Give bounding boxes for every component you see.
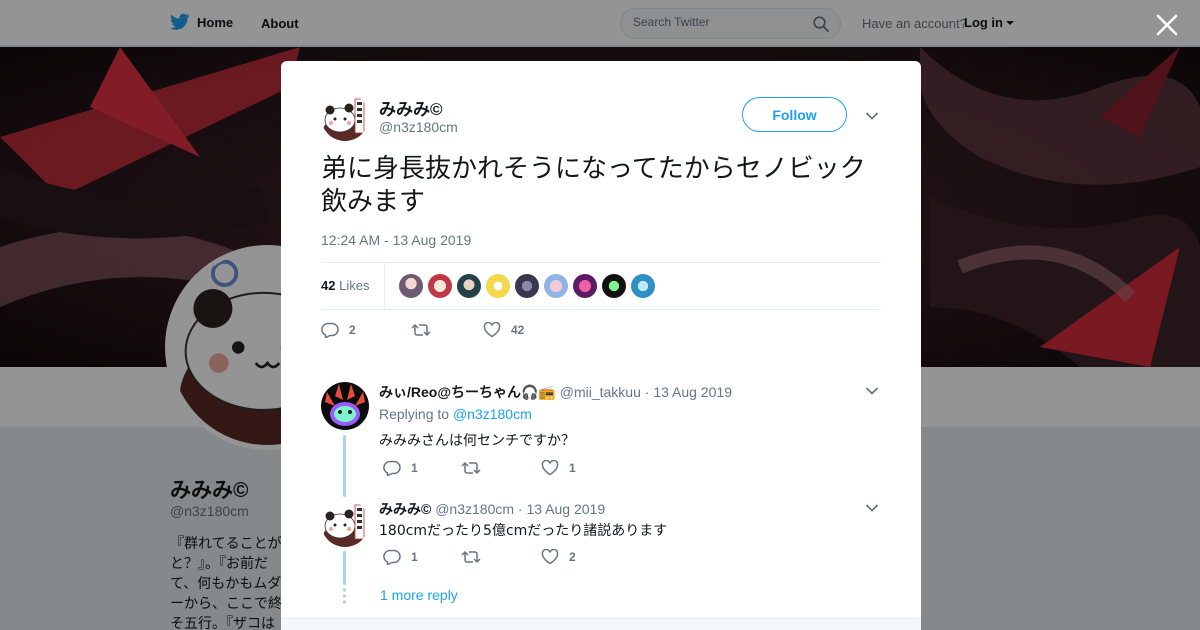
tweet-stats: 42 Likes: [321, 262, 881, 310]
likes-count: 42: [321, 278, 336, 293]
reply-header: みみみ© @n3z180cm · 13 Aug 2019: [379, 499, 605, 519]
reply-header: みぃ/Reo@ちーちゃん🎧📻 @mii_takkuu · 13 Aug 2019: [379, 382, 732, 402]
reply-author-handle[interactable]: @n3z180cm: [435, 501, 514, 517]
reply-icon: [383, 549, 401, 565]
reply-actions: 1 1: [383, 460, 576, 476]
liker-avatar[interactable]: [399, 274, 423, 298]
stats-divider: [384, 263, 385, 310]
tweet-author-handle[interactable]: @n3z180cm: [379, 119, 458, 135]
reply-action[interactable]: 1: [383, 549, 461, 565]
reply-date[interactable]: 13 Aug 2019: [653, 384, 732, 400]
more-replies-link[interactable]: 1 more reply: [380, 587, 458, 603]
chevron-down-icon[interactable]: [865, 386, 879, 396]
chevron-down-icon[interactable]: [865, 503, 879, 513]
reply-tweet[interactable]: みぃ/Reo@ちーちゃん🎧📻 @mii_takkuu · 13 Aug 2019…: [321, 382, 881, 482]
reply-count: 1: [411, 461, 418, 475]
like-action[interactable]: 42: [483, 322, 524, 338]
reply-text: みみみさんは何センチですか？: [379, 433, 575, 449]
tweet-author-avatar[interactable]: [321, 93, 369, 141]
thread-line: [343, 551, 346, 585]
liker-avatar[interactable]: [428, 274, 452, 298]
reply-action[interactable]: 2: [321, 322, 411, 338]
modal-footer: [281, 618, 921, 630]
liker-avatar[interactable]: [457, 274, 481, 298]
reply-icon: [383, 460, 401, 476]
like-count: 2: [569, 550, 576, 564]
liker-avatars: [399, 274, 655, 298]
retweet-icon: [411, 323, 431, 337]
likes-label: Likes: [339, 278, 370, 293]
thread-dots: [342, 588, 347, 604]
liker-avatar[interactable]: [631, 274, 655, 298]
close-icon[interactable]: [1156, 14, 1178, 36]
retweet-action[interactable]: [461, 549, 541, 565]
reply-icon: [321, 322, 339, 338]
like-count: 42: [511, 323, 525, 337]
reply-author-avatar[interactable]: [321, 382, 369, 430]
retweet-icon: [461, 550, 481, 564]
like-action[interactable]: 2: [541, 549, 576, 565]
replying-to: Replying to @n3z180cm: [379, 406, 532, 422]
reply-count: 1: [411, 550, 418, 564]
liker-avatar[interactable]: [602, 274, 626, 298]
reply-author-avatar[interactable]: [321, 499, 369, 547]
reply-actions: 1 2: [383, 549, 576, 565]
tweet-timestamp[interactable]: 12:24 AM - 13 Aug 2019: [321, 232, 471, 248]
retweet-icon: [461, 461, 481, 475]
tweet-author-name[interactable]: みみみ©: [379, 95, 443, 120]
liker-avatar[interactable]: [515, 274, 539, 298]
reply-author-name[interactable]: みぃ/Reo@ちーちゃん🎧📻: [379, 384, 556, 400]
reply-date[interactable]: 13 Aug 2019: [526, 501, 605, 517]
reply-action[interactable]: 1: [383, 460, 461, 476]
chevron-down-icon[interactable]: [865, 111, 879, 121]
tweet-actions: 2 42: [321, 322, 524, 338]
tweet-text: 弟に身長抜かれそうになってたからセノビック飲みます: [321, 154, 866, 217]
panda-avatar-image: [321, 499, 369, 547]
like-action[interactable]: 1: [541, 460, 576, 476]
replying-to-link[interactable]: @n3z180cm: [453, 406, 532, 422]
panda-avatar-image: [321, 93, 369, 141]
meta-separator: ·: [644, 384, 650, 400]
liker-avatar[interactable]: [573, 274, 597, 298]
follow-button[interactable]: Follow: [742, 97, 847, 132]
like-count: 1: [569, 461, 576, 475]
liker-avatar[interactable]: [486, 274, 510, 298]
meta-separator: ·: [517, 501, 523, 517]
retweet-action[interactable]: [411, 322, 483, 338]
character-avatar-image: [321, 382, 369, 430]
heart-icon: [483, 322, 501, 338]
retweet-action[interactable]: [461, 460, 541, 476]
reply-author-name[interactable]: みみみ©: [379, 501, 431, 517]
replying-to-label: Replying to: [379, 406, 450, 422]
heart-icon: [541, 549, 559, 565]
likes-stat[interactable]: 42 Likes: [321, 278, 369, 293]
reply-count: 2: [349, 323, 356, 337]
heart-icon: [541, 460, 559, 476]
reply-text: 180cmだったり5億cmだったり諸説あります: [379, 523, 668, 539]
reply-tweet[interactable]: みみみ© @n3z180cm · 13 Aug 2019 180cmだったり5億…: [321, 499, 881, 589]
liker-avatar[interactable]: [544, 274, 568, 298]
thread-line: [343, 435, 346, 497]
tweet-modal: みみみ© @n3z180cm Follow 弟に身長抜かれそうになってたからセノ…: [281, 61, 921, 630]
reply-author-handle[interactable]: @mii_takkuu: [560, 384, 641, 400]
